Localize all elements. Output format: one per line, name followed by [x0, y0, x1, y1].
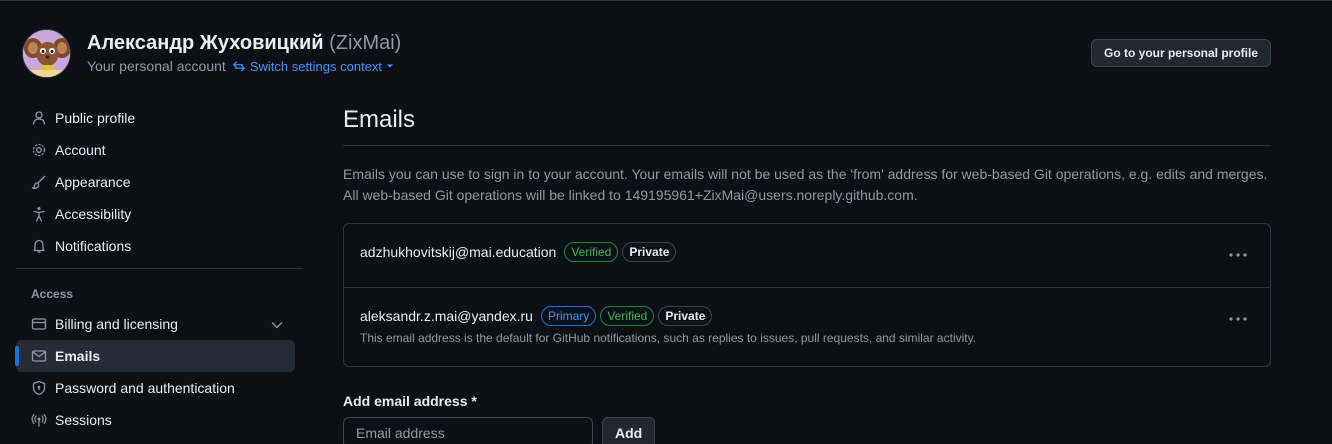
sidebar-item-sessions[interactable]: Sessions: [16, 404, 295, 436]
email-options-button[interactable]: [1228, 309, 1248, 329]
kebab-horizontal-icon: [1229, 317, 1247, 321]
sidebar-item-label: Account: [55, 142, 106, 158]
sidebar-item-label: Sessions: [55, 412, 112, 428]
email-list-item: aleksandr.z.mai@yandex.ru Primary Verifi…: [344, 287, 1270, 366]
primary-email-note: This email address is the default for Gi…: [360, 331, 977, 345]
sidebar-item-appearance[interactable]: Appearance: [16, 166, 295, 198]
person-icon: [32, 111, 46, 125]
go-to-profile-button[interactable]: Go to your personal profile: [1090, 39, 1271, 67]
switch-context-link[interactable]: Switch settings context: [232, 59, 394, 74]
display-name: Александр Жуховицкий: [87, 32, 324, 54]
account-context: Your personal account Switch settings co…: [87, 58, 394, 74]
sidebar-item-label: Emails: [55, 348, 101, 364]
sidebar-item-accessibility[interactable]: Accessibility: [16, 198, 295, 230]
add-email-button[interactable]: Add: [602, 417, 656, 444]
email-address: aleksandr.z.mai@yandex.ru: [360, 308, 533, 324]
verified-badge: Verified: [564, 242, 619, 262]
private-badge: Private: [622, 242, 677, 262]
sidebar-item-label: Notifications: [55, 238, 132, 254]
settings-header: Александр Жуховицкий (ZixMai) Your perso…: [22, 29, 1272, 79]
page-title: Emails: [343, 106, 416, 133]
kebab-horizontal-icon: [1229, 253, 1247, 257]
mail-icon: [31, 350, 47, 362]
switch-context-label: Switch settings context: [249, 58, 383, 74]
sidebar-item-label: Password and authentication: [55, 380, 235, 396]
private-badge: Private: [658, 306, 713, 326]
email-address: adzhukhovitskij@mai.education: [360, 244, 557, 260]
shield-lock-icon: [32, 380, 46, 396]
sidebar-item-password[interactable]: Password and authentication: [16, 372, 295, 404]
sidebar-group-title: Access: [31, 287, 74, 301]
account-name: Александр Жуховицкий (ZixMai): [87, 32, 401, 55]
avatar[interactable]: [22, 29, 71, 78]
avatar-image: [23, 30, 70, 77]
sidebar-item-account[interactable]: Account: [16, 134, 295, 166]
sidebar-item-notifications[interactable]: Notifications: [16, 230, 295, 262]
emails-description: Emails you can use to sign in to your ac…: [343, 166, 1268, 203]
sidebar-item-label: Public profile: [55, 110, 136, 126]
gear-icon: [32, 143, 46, 157]
credit-card-icon: [31, 318, 47, 330]
arrow-switch-icon: [232, 61, 245, 72]
sidebar-item-public-profile[interactable]: Public profile: [16, 102, 295, 134]
add-email-form: Add: [343, 417, 1271, 444]
primary-badge: Primary: [540, 306, 597, 326]
sidebar-item-billing[interactable]: Billing and licensing: [16, 308, 295, 340]
user-login: (ZixMai): [329, 32, 402, 54]
accessibility-icon: [33, 207, 45, 222]
emails-main: Emails Emails you can use to sign in to …: [343, 105, 1271, 444]
bell-icon: [33, 239, 45, 253]
email-address-input[interactable]: [343, 417, 593, 444]
email-options-button[interactable]: [1228, 245, 1248, 265]
sidebar-item-label: Appearance: [55, 174, 131, 190]
account-label: Your personal account: [87, 58, 226, 74]
sidebar-divider: [16, 268, 303, 269]
sidebar-item-emails[interactable]: Emails: [15, 340, 295, 372]
add-email-label: Add email address *: [343, 393, 477, 409]
caret-down-icon: [387, 64, 394, 68]
email-list: adzhukhovitskij@mai.education Verified P…: [343, 223, 1271, 367]
title-divider: [343, 145, 1271, 146]
sidebar-item-label: Accessibility: [55, 206, 132, 222]
email-list-item: adzhukhovitskij@mai.education Verified P…: [344, 224, 1270, 287]
settings-sidebar: Public profile Account Appearance Access…: [15, 102, 303, 436]
chevron-down-icon[interactable]: [269, 317, 285, 333]
paintbrush-icon: [31, 175, 46, 190]
top-border: [0, 0, 1332, 1]
sidebar-item-label: Billing and licensing: [55, 316, 178, 332]
broadcast-icon: [31, 413, 47, 427]
verified-badge: Verified: [600, 306, 655, 326]
